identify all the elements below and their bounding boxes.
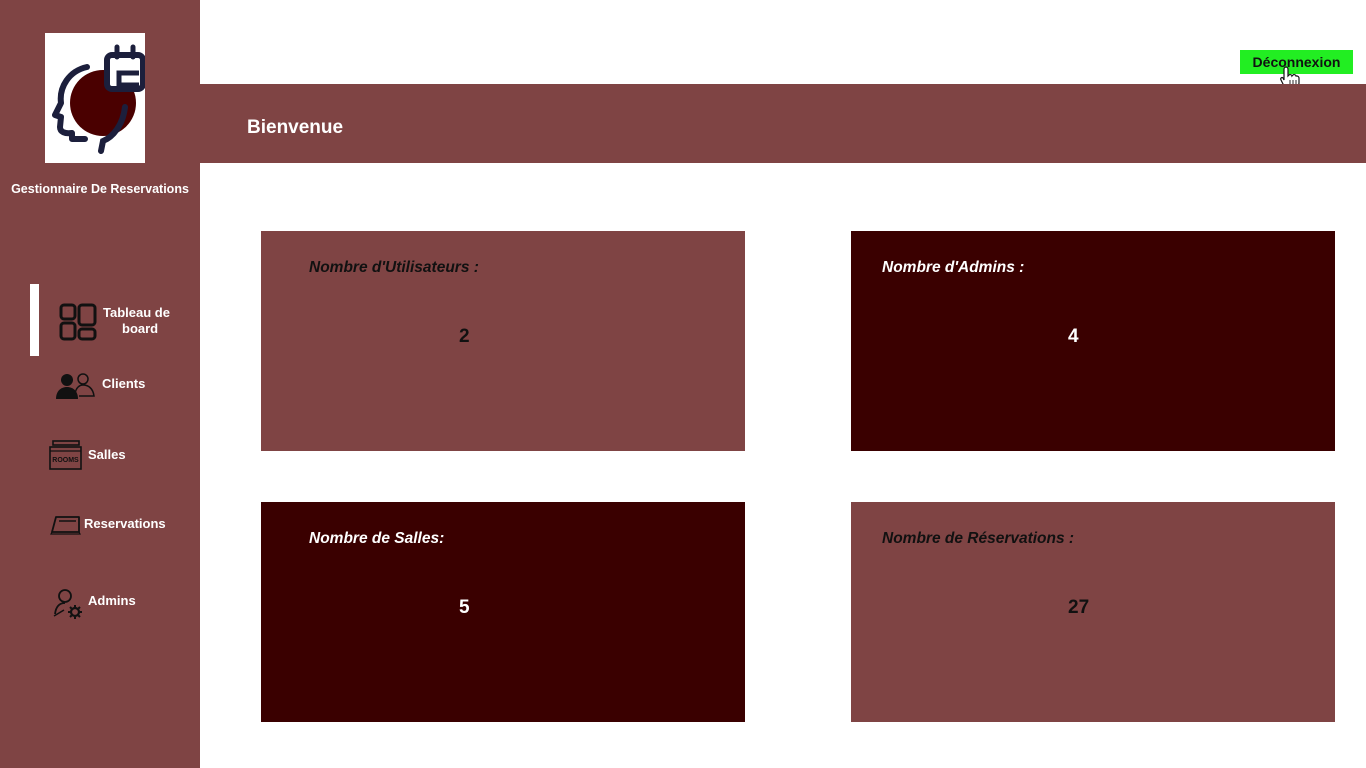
sidebar-item-label: Salles — [88, 447, 126, 462]
sidebar-item-reservations[interactable]: Reservations — [50, 510, 195, 538]
app-name: Gestionnaire De Reservations — [11, 182, 189, 196]
sidebar-item-clients[interactable]: Clients — [55, 370, 195, 402]
card-title: Nombre de Salles: — [309, 530, 445, 547]
sidebar-item-dashboard[interactable]: Tableau de board — [55, 300, 195, 345]
admin-gear-icon — [53, 589, 82, 619]
rooms-icon: ROOMS — [49, 440, 82, 470]
card-title: Nombre de Réservations : — [882, 530, 1075, 547]
active-indicator — [30, 284, 39, 356]
card-reservations: Nombre de Réservations : 27 — [851, 502, 1335, 722]
dashboard-icon — [59, 303, 97, 341]
sidebar-item-salles[interactable]: ROOMS Salles — [49, 438, 189, 472]
sidebar-item-label: Tableau de — [103, 305, 170, 320]
card-value: 2 — [459, 326, 470, 347]
card-value: 27 — [1068, 597, 1090, 618]
card-admins: Nombre d'Admins : 4 — [851, 231, 1335, 451]
header-bar: Bienvenue — [200, 84, 1366, 163]
card-value: 4 — [1068, 326, 1079, 347]
card-salles: Nombre de Salles: 5 — [261, 502, 745, 722]
sidebar: Gestionnaire De Reservations Tableau de … — [0, 0, 200, 768]
page-title: Bienvenue — [247, 117, 344, 138]
card-title: Nombre d'Utilisateurs : — [309, 259, 479, 276]
sidebar-item-label-line2: board — [122, 321, 159, 336]
card-utilisateurs: Nombre d'Utilisateurs : 2 — [261, 231, 745, 451]
sidebar-item-label: Admins — [88, 593, 136, 608]
card-value: 5 — [459, 597, 470, 618]
svg-text:ROOMS: ROOMS — [52, 457, 79, 464]
sidebar-item-label: Reservations — [84, 516, 166, 531]
ticket-icon — [50, 516, 81, 535]
users-icon — [56, 373, 95, 399]
app-logo — [45, 33, 145, 163]
head-calendar-logo-icon — [52, 44, 145, 154]
sidebar-item-admins[interactable]: Admins — [52, 586, 192, 620]
sidebar-item-label: Clients — [102, 376, 146, 391]
card-title: Nombre d'Admins : — [882, 259, 1025, 276]
